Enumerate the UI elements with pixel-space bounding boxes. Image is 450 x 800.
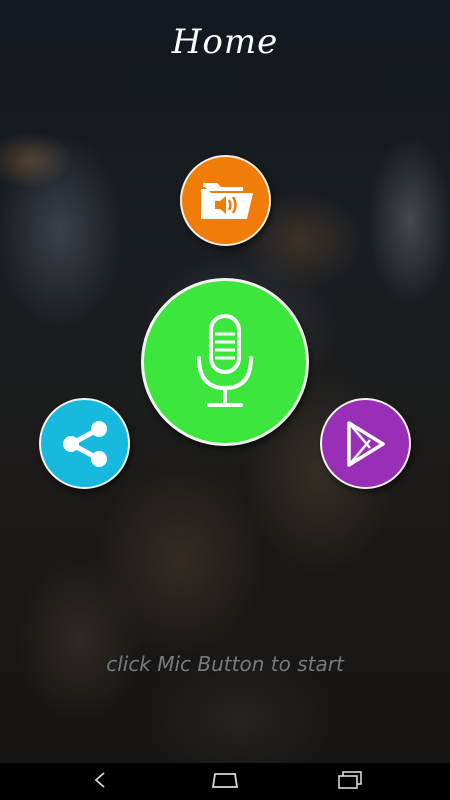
page-title: Home xyxy=(171,22,279,62)
folder-audio-icon xyxy=(197,179,255,223)
nav-back-button[interactable] xyxy=(70,763,130,800)
share-icon xyxy=(59,418,111,470)
nav-home-button[interactable] xyxy=(195,763,255,800)
microphone-icon xyxy=(189,312,261,412)
play-store-icon xyxy=(343,419,389,469)
system-navigation-bar xyxy=(0,763,450,800)
back-icon xyxy=(92,771,108,793)
share-button[interactable] xyxy=(39,398,130,489)
nav-recent-apps-button[interactable] xyxy=(320,763,380,800)
recent-apps-icon xyxy=(335,770,365,794)
play-store-button[interactable] xyxy=(320,398,411,489)
recordings-folder-button[interactable] xyxy=(180,155,271,246)
hint-text: click Mic Button to start xyxy=(106,652,344,676)
mic-button[interactable] xyxy=(141,278,309,446)
home-icon xyxy=(208,771,242,793)
